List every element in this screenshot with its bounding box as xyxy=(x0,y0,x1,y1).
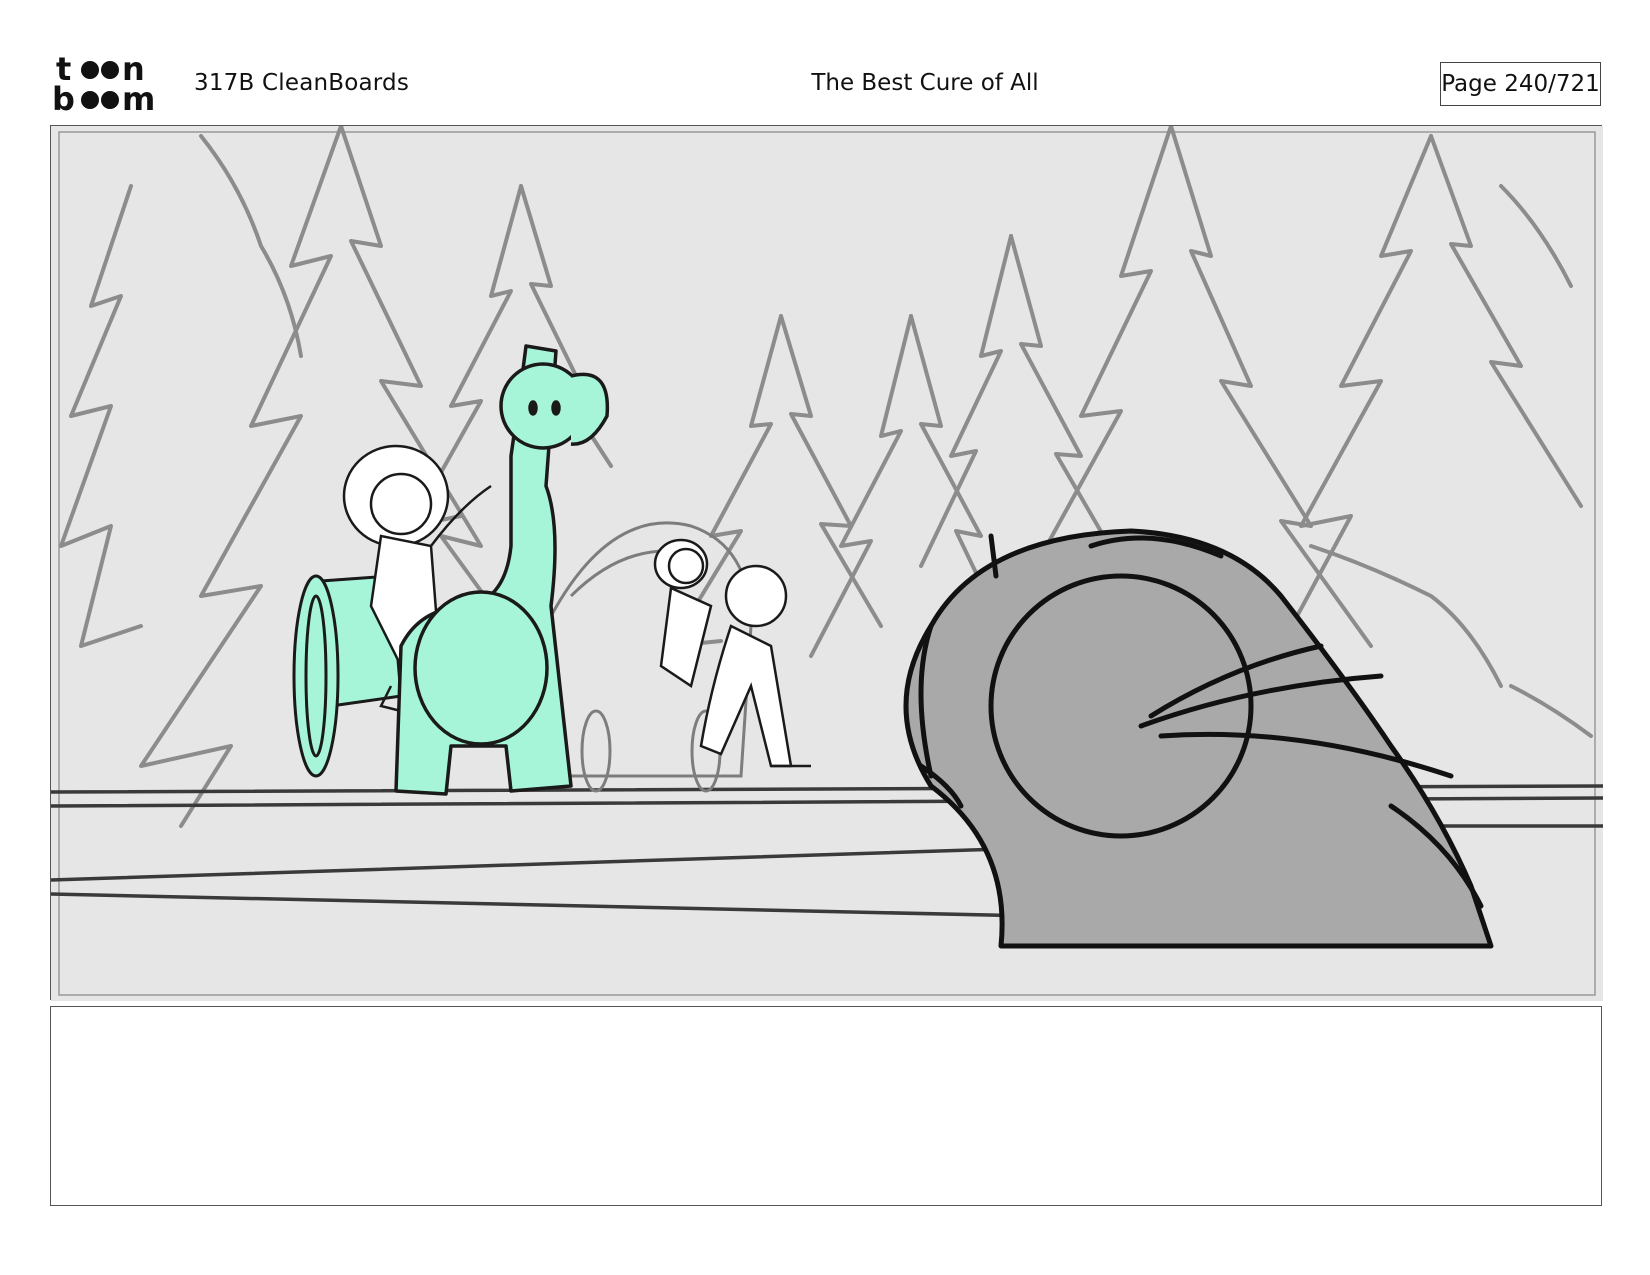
panel-drawing xyxy=(51,126,1603,1001)
page-number-badge: Page 240/721 xyxy=(1440,62,1601,106)
storyboard-panel xyxy=(50,125,1603,1001)
caption-box xyxy=(50,1006,1602,1206)
episode-title: The Best Cure of All xyxy=(811,70,1039,96)
page-header: t n b m 317B CleanBoards The Best Cure o… xyxy=(0,0,1650,120)
